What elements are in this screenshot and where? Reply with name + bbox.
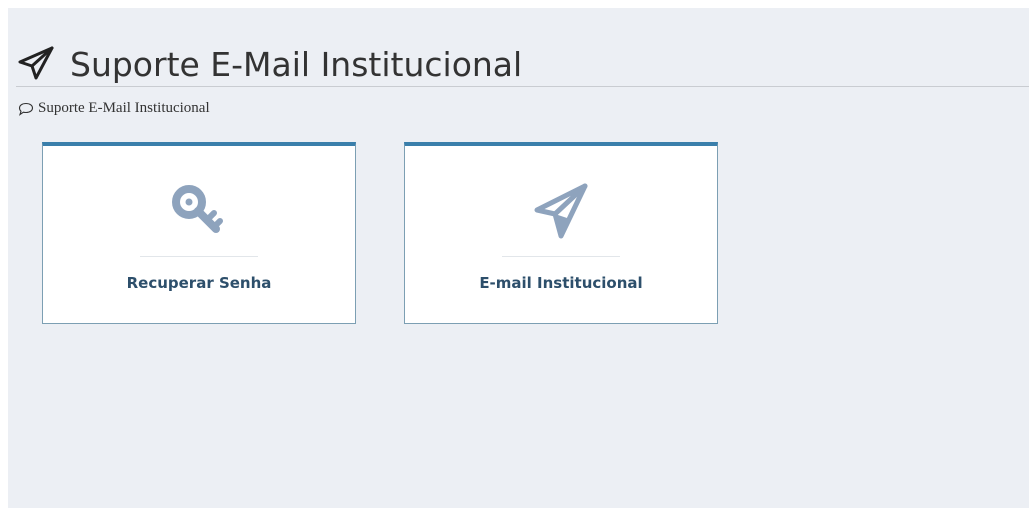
page-title: Suporte E-Mail Institucional [70, 44, 523, 84]
tile-label: E-mail Institucional [479, 274, 643, 292]
tile-divider [140, 256, 258, 257]
page-header: Suporte E-Mail Institucional [16, 42, 1029, 87]
content-area: Suporte E-Mail Institucional Suporte E-M… [8, 8, 1029, 508]
paper-plane-icon [534, 183, 588, 239]
email-institucional-tile[interactable]: E-mail Institucional [404, 142, 718, 324]
key-icon [172, 185, 223, 233]
tile-label: Recuperar Senha [126, 274, 272, 292]
paper-plane-icon [18, 46, 54, 80]
tile-divider [502, 256, 620, 257]
breadcrumb-label: Suporte E-Mail Institucional [38, 100, 210, 116]
breadcrumb: Suporte E-Mail Institucional [18, 100, 210, 117]
speech-bubble-icon [18, 102, 34, 116]
recuperar-senha-tile[interactable]: Recuperar Senha [42, 142, 356, 324]
